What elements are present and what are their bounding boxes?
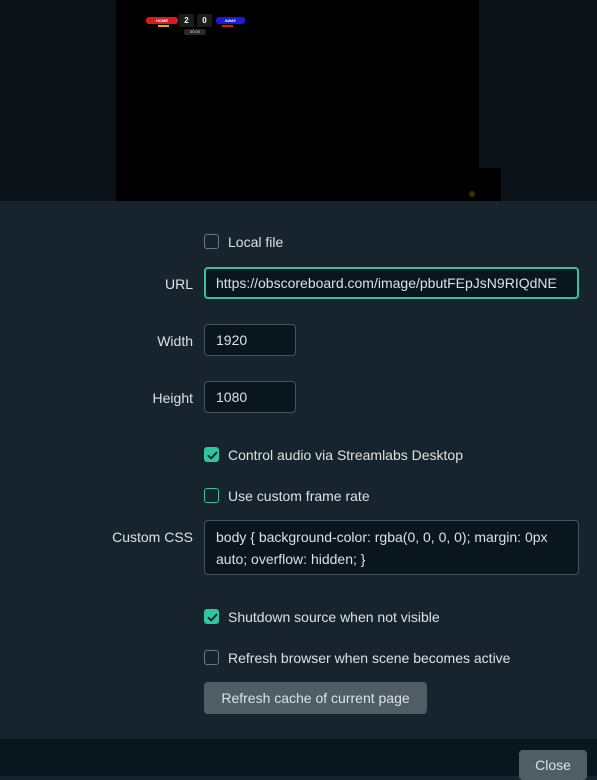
url-label: URL <box>164 276 193 292</box>
refresh-browser-label: Refresh browser when scene becomes activ… <box>228 650 511 666</box>
width-label: Width <box>157 333 193 349</box>
control-audio-checkbox[interactable] <box>204 447 219 462</box>
refresh-cache-button[interactable]: Refresh cache of current page <box>204 682 427 714</box>
checkmark-icon <box>207 451 218 460</box>
url-input[interactable]: https://obscoreboard.com/image/pbutFEpJs… <box>204 267 579 299</box>
custom-css-textarea[interactable]: body { background-color: rgba(0, 0, 0, 0… <box>204 520 579 575</box>
refresh-browser-checkbox[interactable] <box>204 650 219 665</box>
local-file-checkbox[interactable] <box>204 234 219 249</box>
scoreboard-home-accent <box>158 25 169 27</box>
shutdown-source-label: Shutdown source when not visible <box>228 609 440 625</box>
checkmark-icon <box>207 613 218 622</box>
height-label: Height <box>152 390 193 406</box>
custom-frame-rate-label: Use custom frame rate <box>228 488 370 504</box>
source-preview-area: HOME 2 0 AWAY 00:00 <box>0 0 597 201</box>
control-audio-label: Control audio via Streamlabs Desktop <box>228 447 464 463</box>
shutdown-source-checkbox[interactable] <box>204 609 219 624</box>
scoreboard-away-team: AWAY <box>216 17 245 24</box>
scoreboard-away-score: 0 <box>197 14 212 27</box>
preview-resize-handle[interactable] <box>469 191 475 197</box>
height-input[interactable]: 1080 <box>204 381 296 413</box>
scoreboard-away-accent <box>222 25 233 27</box>
scoreboard-home-score: 2 <box>179 14 194 27</box>
custom-frame-rate-checkbox[interactable] <box>204 488 219 503</box>
dialog-footer <box>0 739 597 776</box>
custom-css-label: Custom CSS <box>112 529 193 545</box>
width-input[interactable]: 1920 <box>204 324 296 356</box>
preview-canvas-extension <box>479 168 501 201</box>
local-file-label: Local file <box>228 234 284 250</box>
scoreboard-clock: 00:00 <box>184 29 206 35</box>
scoreboard-home-team: HOME <box>146 17 178 24</box>
preview-canvas: HOME 2 0 AWAY 00:00 <box>116 0 479 201</box>
